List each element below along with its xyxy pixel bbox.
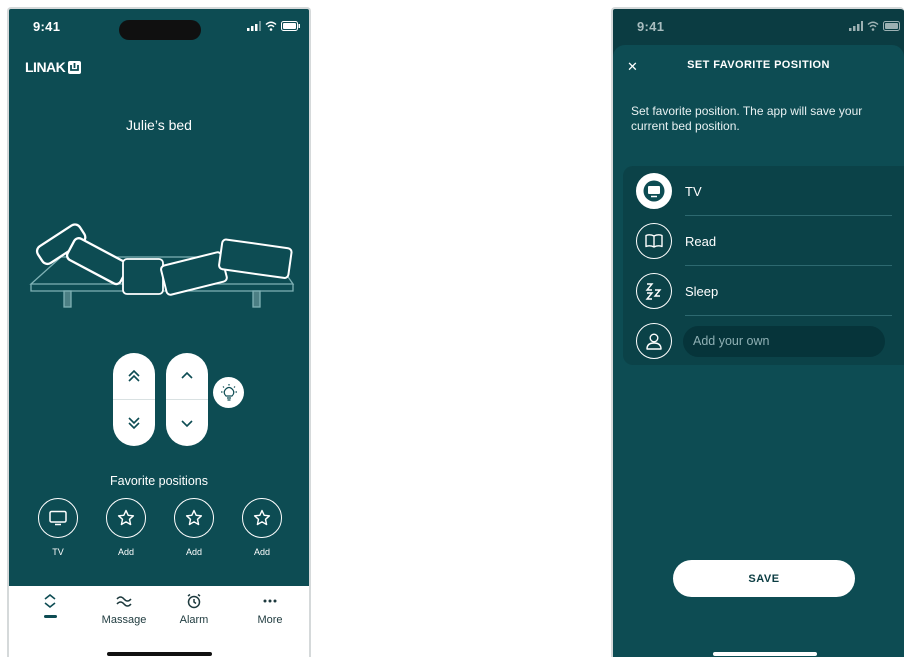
bed-control-screen: 9:41 LINAK Julie’s bed Favorite position… <box>7 7 311 657</box>
set-favorite-screen: 9:41 ✕ SET FAVORITE POSITION Set favorit… <box>611 7 904 657</box>
favorite-add-3[interactable]: Add <box>232 498 292 557</box>
star-icon <box>253 509 271 526</box>
favorite-circle[interactable] <box>242 498 282 538</box>
more-dots-icon <box>263 599 277 603</box>
position-option-read[interactable]: Read <box>623 216 904 266</box>
tab-label: Massage <box>101 614 147 626</box>
tab-label: More <box>257 614 283 626</box>
favorite-tv[interactable]: TV <box>28 498 88 557</box>
position-label: Sleep <box>685 283 719 299</box>
waves-icon <box>116 596 132 607</box>
head-control <box>113 353 155 446</box>
lightbulb-icon <box>220 383 237 401</box>
brand-name: LINAK <box>25 59 66 75</box>
status-icons <box>849 21 903 31</box>
battery-icon <box>883 21 900 31</box>
person-icon <box>646 333 662 350</box>
tab-label: Alarm <box>179 614 209 626</box>
tab-more[interactable]: More <box>235 593 305 626</box>
foot-down-button[interactable] <box>166 400 208 446</box>
position-icon-ring <box>636 273 672 309</box>
wifi-icon <box>867 21 879 31</box>
bed-illustration <box>29 223 295 308</box>
tab-control[interactable] <box>15 593 85 618</box>
foot-up-button[interactable] <box>166 353 208 399</box>
favorite-label: Add <box>117 547 134 557</box>
position-icon-ring <box>636 223 672 259</box>
double-chevron-up-icon <box>128 369 140 382</box>
brand-logo: LINAK <box>25 59 82 75</box>
modal-sheet: ✕ SET FAVORITE POSITION Set favorite pos… <box>613 45 904 657</box>
status-icons <box>247 21 301 31</box>
chevron-up-down-icon <box>44 593 56 609</box>
position-label: TV <box>685 183 702 199</box>
bed-name: Julie’s bed <box>126 117 192 133</box>
alarm-clock-icon <box>187 593 201 609</box>
book-icon <box>645 234 663 248</box>
favorite-circle[interactable] <box>38 498 78 538</box>
home-indicator <box>107 652 212 656</box>
signal-icon <box>247 21 261 31</box>
wifi-icon <box>265 21 277 31</box>
favorite-label: Add <box>253 547 270 557</box>
favorite-circle[interactable] <box>106 498 146 538</box>
position-icon-ring <box>636 173 672 209</box>
position-icon-ring <box>636 323 672 359</box>
tv-icon <box>643 180 665 202</box>
tab-alarm[interactable]: Alarm <box>159 593 229 626</box>
favorite-circle[interactable] <box>174 498 214 538</box>
status-bar: 9:41 <box>9 9 309 43</box>
under-bed-light-button[interactable] <box>213 377 244 408</box>
chevron-down-icon <box>181 420 193 428</box>
save-button[interactable]: SAVE <box>673 560 855 597</box>
favorite-add-1[interactable]: Add <box>96 498 156 557</box>
star-icon <box>185 509 203 526</box>
head-up-button[interactable] <box>113 353 155 399</box>
favorite-label: TV <box>52 547 64 557</box>
brand-mark-icon <box>68 60 82 74</box>
chevron-up-icon <box>181 371 193 379</box>
tab-massage[interactable]: Massage <box>89 593 159 626</box>
position-option-sleep[interactable]: Sleep <box>623 266 904 316</box>
favorites-title: Favorite positions <box>110 474 208 488</box>
foot-control <box>166 353 208 446</box>
position-list: TV Read Sleep <box>623 166 904 365</box>
position-label: Read <box>685 233 717 249</box>
favorite-add-2[interactable]: Add <box>164 498 224 557</box>
position-option-custom <box>623 316 904 366</box>
double-chevron-down-icon <box>128 417 140 430</box>
status-time: 9:41 <box>637 19 665 34</box>
active-tab-indicator <box>43 615 57 618</box>
custom-position-input[interactable] <box>683 325 885 357</box>
tab-bar: Massage Alarm More <box>9 586 309 657</box>
status-bar: 9:41 <box>613 9 904 43</box>
zzz-icon <box>645 283 662 300</box>
status-time: 9:41 <box>33 19 61 34</box>
tv-icon <box>49 510 67 526</box>
position-option-tv[interactable]: TV <box>623 166 904 216</box>
star-icon <box>117 509 135 526</box>
favorite-label: Add <box>185 547 202 557</box>
head-down-button[interactable] <box>113 400 155 446</box>
battery-icon <box>281 21 300 31</box>
sheet-title: SET FAVORITE POSITION <box>687 59 830 71</box>
home-indicator <box>713 652 817 656</box>
sheet-description: Set favorite position. The app will save… <box>631 104 863 133</box>
dynamic-island <box>119 20 201 40</box>
signal-icon <box>849 21 863 31</box>
